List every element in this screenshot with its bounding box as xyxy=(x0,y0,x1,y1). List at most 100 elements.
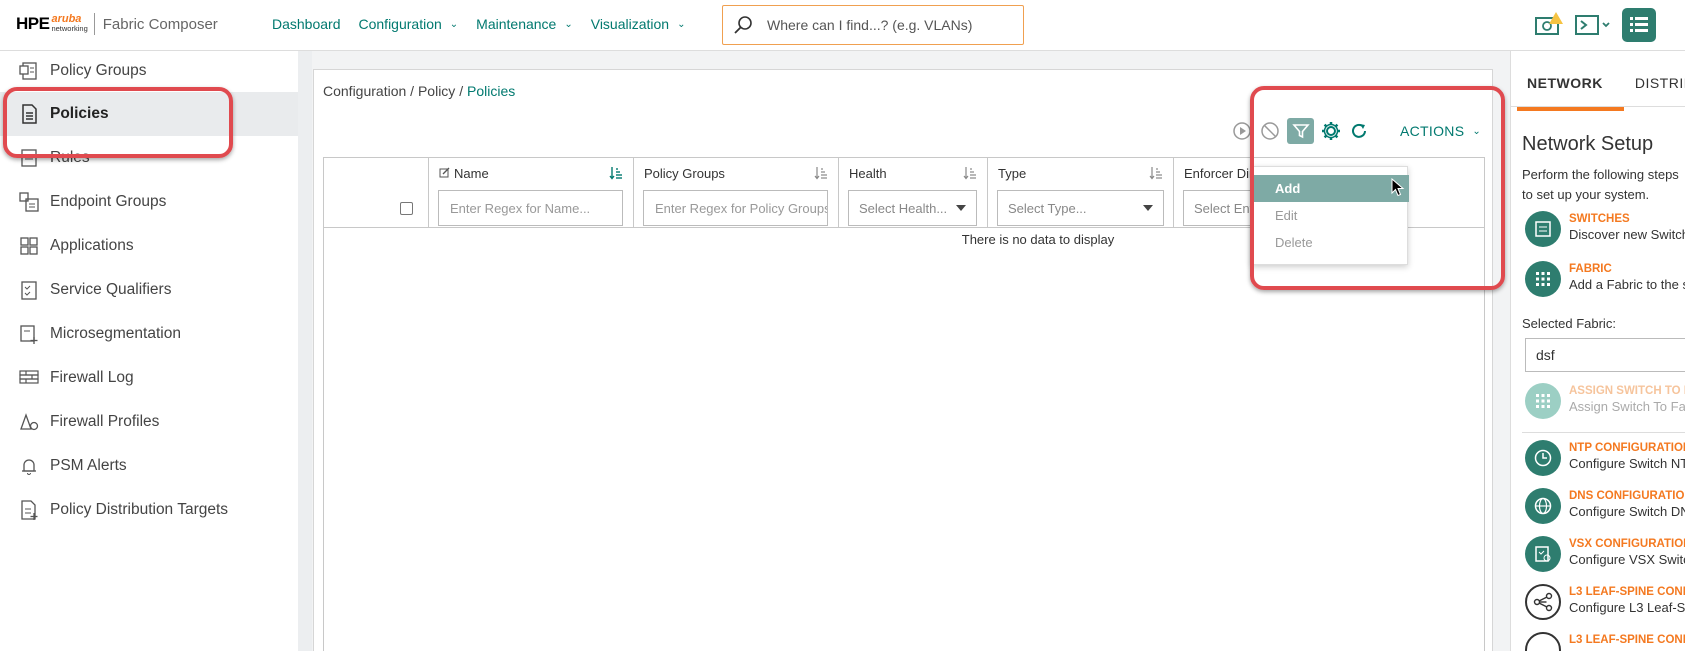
sidebar-item-label: Policy Groups xyxy=(50,62,147,79)
policy-groups-filter-input[interactable] xyxy=(643,190,828,226)
endpoint-groups-icon xyxy=(18,191,40,213)
select-all-checkbox[interactable] xyxy=(400,202,413,215)
caret-down-icon xyxy=(956,205,966,211)
monitor-alert-icon[interactable] xyxy=(1534,10,1564,43)
gear-icon[interactable] xyxy=(1320,120,1342,142)
microsegmentation-icon xyxy=(18,323,40,345)
globe-icon xyxy=(1525,488,1561,524)
step-fabric[interactable]: FABRICAdd a Fabric to the system xyxy=(1525,261,1685,305)
column-type: Type Select Type... xyxy=(988,158,1174,228)
disable-icon[interactable] xyxy=(1259,120,1281,142)
menu-item-edit[interactable]: Edit xyxy=(1252,202,1409,229)
breadcrumb: Configuration / Policy / Policies xyxy=(323,83,516,99)
edit-icon xyxy=(439,167,450,178)
step-ntp[interactable]: NTP CONFIGURATION Configure Switch NTP xyxy=(1525,440,1685,484)
terminal-icon[interactable] xyxy=(1574,10,1612,43)
step-leaf-spine[interactable]: L3 LEAF-SPINE CONFIGURATIONConfigure L3 … xyxy=(1525,584,1685,628)
mouse-cursor-icon xyxy=(1391,178,1405,197)
distribution-targets-icon xyxy=(18,499,40,521)
sidebar-item-label: Service Qualifiers xyxy=(50,281,172,298)
step-switches[interactable]: SWITCHESDiscover new Switches xyxy=(1525,211,1685,255)
left-sidebar: Policy Groups Policies Rules Endpoint Gr… xyxy=(0,51,298,651)
nav-dashboard[interactable]: Dashboard xyxy=(272,16,341,32)
sidebar-item-label: Firewall Profiles xyxy=(50,413,160,430)
sidebar-item-label: Policy Distribution Targets xyxy=(50,501,229,518)
app-logo[interactable]: HPE aruba networking Fabric Composer xyxy=(16,13,218,35)
column-title[interactable]: Policy Groups xyxy=(644,166,725,181)
actions-button[interactable]: ACTIONS ⌄ xyxy=(1400,123,1481,139)
sidebar-item-policies[interactable]: Policies xyxy=(0,92,298,136)
sidebar-item-microsegmentation[interactable]: Microsegmentation xyxy=(0,312,298,356)
sidebar-item-applications[interactable]: Applications xyxy=(0,224,298,268)
breadcrumb-current: Policies xyxy=(466,83,516,99)
type-filter-select[interactable]: Select Type... xyxy=(997,190,1164,226)
rules-icon xyxy=(18,147,40,169)
sidebar-item-label: Microsegmentation xyxy=(50,325,181,342)
nav-configuration[interactable]: Configuration ⌄ xyxy=(359,16,459,32)
selected-fabric-label: Selected Fabric: xyxy=(1522,316,1616,331)
main-nav: Dashboard Configuration ⌄ Maintenance ⌄ Vi… xyxy=(272,16,703,32)
global-search[interactable] xyxy=(722,5,1024,45)
sidebar-item-policy-groups[interactable]: Policy Groups xyxy=(0,49,298,93)
sort-icon[interactable] xyxy=(609,166,623,180)
table-toolbar: ACTIONS ⌄ xyxy=(1231,118,1481,144)
clock-icon xyxy=(1525,440,1561,476)
search-input[interactable] xyxy=(767,17,1017,33)
sidebar-item-firewall-log[interactable]: Firewall Log xyxy=(0,356,298,400)
refresh-icon[interactable] xyxy=(1348,120,1370,142)
main-content: Configuration / Policy / Policies ACTION… xyxy=(312,51,1510,651)
select-all-column xyxy=(324,158,429,228)
sort-icon[interactable] xyxy=(1149,166,1163,180)
sidebar-item-endpoint-groups[interactable]: Endpoint Groups xyxy=(0,180,298,224)
menu-item-delete[interactable]: Delete xyxy=(1252,229,1409,256)
filter-icon[interactable] xyxy=(1287,118,1314,144)
step-vsx[interactable]: VSX CONFIGURATIONConfigure VSX Switches xyxy=(1525,536,1685,580)
sidebar-item-rules[interactable]: Rules xyxy=(0,136,298,180)
sidebar-item-label: Rules xyxy=(50,149,90,166)
service-qualifiers-icon xyxy=(18,279,40,301)
chevron-down-icon: ⌄ xyxy=(677,18,686,30)
top-bar: HPE aruba networking Fabric Composer Das… xyxy=(0,0,1685,51)
column-title[interactable]: Health xyxy=(849,166,887,181)
sidebar-item-label: Firewall Log xyxy=(50,369,134,386)
logo-brand: HPE xyxy=(16,14,50,33)
selected-fabric-field[interactable]: dsf xyxy=(1525,338,1685,372)
assign-switch-icon xyxy=(1525,383,1561,419)
firewall-log-icon xyxy=(18,367,40,389)
tab-distributed-services[interactable]: DISTRIBUTED SERVICES xyxy=(1619,51,1685,106)
sidebar-item-service-qualifiers[interactable]: Service Qualifiers xyxy=(0,268,298,312)
sidebar-item-policy-distribution-targets[interactable]: Policy Distribution Targets xyxy=(0,488,298,532)
name-filter-input[interactable] xyxy=(438,190,623,226)
step-leaf-spine-2[interactable]: L3 LEAF-SPINE CONFIGURATION xyxy=(1525,632,1685,651)
panel-divider xyxy=(1522,432,1685,433)
health-filter-select[interactable]: Select Health... xyxy=(848,190,977,226)
sidebar-item-label: Policies xyxy=(50,105,109,122)
panel-description: Perform the following steps to set up yo… xyxy=(1522,167,1679,202)
sidebar-item-label: Endpoint Groups xyxy=(50,193,167,210)
task-list-icon[interactable] xyxy=(1622,8,1656,45)
menu-item-add[interactable]: Add xyxy=(1252,175,1409,202)
vsx-icon xyxy=(1525,536,1561,572)
step-dns[interactable]: DNS CONFIGURATIONConfigure Switch DNS xyxy=(1525,488,1685,532)
column-name: Name xyxy=(429,158,634,228)
leaf-spine-icon-2 xyxy=(1525,632,1561,651)
sort-icon[interactable] xyxy=(963,166,977,180)
policies-icon xyxy=(18,103,40,125)
column-title[interactable]: Name xyxy=(439,166,489,181)
breadcrumb-configuration[interactable]: Configuration xyxy=(323,83,406,99)
sidebar-item-psm-alerts[interactable]: PSM Alerts xyxy=(0,444,298,488)
column-title[interactable]: Type xyxy=(998,166,1026,181)
breadcrumb-policy[interactable]: Policy xyxy=(418,83,455,99)
tab-network[interactable]: NETWORK xyxy=(1511,51,1624,111)
firewall-profiles-icon xyxy=(18,411,40,433)
app-title: Fabric Composer xyxy=(102,15,218,33)
sidebar-item-firewall-profiles[interactable]: Firewall Profiles xyxy=(0,400,298,444)
nav-maintenance[interactable]: Maintenance ⌄ xyxy=(476,16,573,32)
actions-dropdown-menu: Add Edit Delete xyxy=(1251,166,1409,265)
play-icon[interactable] xyxy=(1231,120,1253,142)
bell-icon xyxy=(18,455,40,477)
sidebar-item-label: Applications xyxy=(50,237,134,254)
nav-visualization[interactable]: Visualization ⌄ xyxy=(591,16,686,32)
sort-icon[interactable] xyxy=(814,166,828,180)
logo-aruba: aruba networking xyxy=(51,13,88,34)
